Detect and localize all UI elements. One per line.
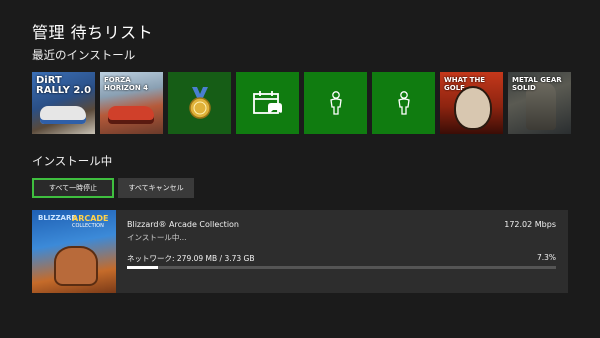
- character-image: [54, 246, 98, 286]
- cover-logo-right: ARCADE: [72, 214, 109, 223]
- tile-avatar-1[interactable]: [304, 72, 367, 134]
- car-image: [40, 106, 86, 124]
- achievement-medal-icon: [188, 87, 211, 119]
- install-status: インストール中...: [127, 233, 187, 242]
- game-cover-art: BLIZZARD ARCADE COLLECTION: [32, 210, 116, 293]
- cover-logo: DiRT RALLY 2.0: [36, 75, 92, 96]
- character-image: [454, 86, 492, 130]
- network-progress-text: ネットワーク: 279.09 MB / 3.73 GB: [127, 254, 255, 263]
- page-title: 管理 待ちリスト: [32, 23, 154, 42]
- pause-all-button[interactable]: すべて一時停止: [32, 178, 114, 198]
- tile-what-the-golf[interactable]: WHAT THE GOLF: [440, 72, 503, 134]
- recent-installs-label: 最近のインストール: [32, 48, 136, 62]
- cover-logo-sub: COLLECTION: [72, 223, 104, 229]
- cover-logo: FORZA HORIZON 4: [104, 76, 148, 92]
- installing-label: インストール中: [32, 154, 113, 168]
- tile-forza-horizon[interactable]: FORZA HORIZON 4: [100, 72, 163, 134]
- avatar-icon: [329, 91, 342, 115]
- progress-percent: 7.3%: [536, 253, 556, 262]
- progress-bar: [127, 266, 556, 269]
- game-title: Blizzard® Arcade Collection: [127, 220, 240, 229]
- car-image: [108, 106, 154, 124]
- tile-metal-gear[interactable]: METAL GEAR SOLID: [508, 72, 571, 134]
- tile-avatar-2[interactable]: [372, 72, 435, 134]
- tile-dirt-rally[interactable]: DiRT RALLY 2.0: [32, 72, 95, 134]
- tile-achievements[interactable]: [168, 72, 231, 134]
- install-queue-item[interactable]: BLIZZARD ARCADE COLLECTION Blizzard® Arc…: [32, 210, 568, 293]
- cover-logo: WHAT THE GOLF: [444, 76, 486, 92]
- cancel-all-button[interactable]: すべてキャンセル: [118, 178, 194, 198]
- recent-installs-row: DiRT RALLY 2.0 FORZA HORIZON 4 WHAT THE …: [32, 72, 571, 134]
- avatar-icon: [397, 91, 410, 115]
- download-speed: 172.02 Mbps: [504, 220, 556, 229]
- calendar-controller-icon: [252, 91, 282, 114]
- tile-events[interactable]: [236, 72, 299, 134]
- cover-logo: METAL GEAR SOLID: [512, 76, 562, 92]
- progress-bar-fill: [127, 266, 159, 269]
